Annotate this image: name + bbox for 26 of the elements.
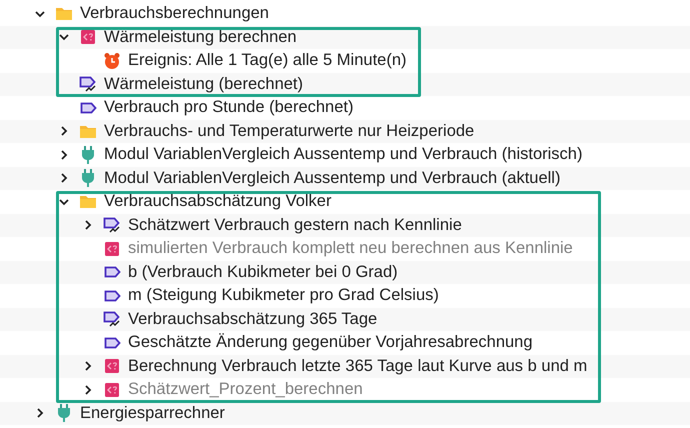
item-label: Modul VariablenVergleich Aussentemp und Verbrauch (historisch) bbox=[104, 144, 582, 166]
item-label: m (Steigung Kubikmeter pro Grad Celsius) bbox=[128, 285, 439, 306]
tree-row[interactable]: Modul VariablenVergleich Aussentemp und Verbrauch (aktuell) bbox=[0, 166, 690, 190]
tree-row[interactable]: b (Verbrauch Kubikmeter bei 0 Grad) bbox=[0, 260, 690, 284]
tree-row[interactable]: Verbrauchsabschätzung 365 Tage bbox=[0, 308, 690, 331]
item-label: Verbrauchsabschätzung 365 Tage bbox=[128, 308, 378, 330]
tree-row[interactable]: Berechnung Verbrauch letzte 365 Tage laut Kurve aus b und m bbox=[0, 354, 690, 378]
tree-row[interactable]: Energiesparrechner bbox=[0, 402, 690, 425]
item-label: Modul VariablenVergleich Aussentemp und Verbrauch (aktuell) bbox=[104, 168, 560, 189]
item-label: Verbrauch pro Stunde (berechnet) bbox=[104, 97, 354, 118]
item-label: Schätzwert Verbrauch gestern nach Kennlinie bbox=[128, 214, 462, 236]
item-label: Wärmeleistung (berechnet) bbox=[104, 74, 303, 95]
item-label: Verbrauchsabschätzung Volker bbox=[104, 191, 332, 212]
item-label: Geschätzte Änderung gegenüber Vorjahresabrechnung bbox=[128, 332, 533, 354]
item-label: Wärmeleistung berechnen bbox=[104, 26, 297, 48]
tree-row[interactable]: Verbrauchs- und Temperaturwerte nur Heizperiode bbox=[0, 120, 690, 143]
item-label: simulierten Verbrauch komplett neu berechnen aus Kennlinie bbox=[128, 238, 573, 260]
item-label: b (Verbrauch Kubikmeter bei 0 Grad) bbox=[128, 262, 398, 283]
item-label: Verbrauchsberechnungen bbox=[80, 3, 269, 24]
tree-row[interactable]: Schätzwert Verbrauch gestern nach Kennlinie bbox=[0, 214, 690, 237]
item-label: Ereignis: Alle 1 Tag(e) alle 5 Minute(n) bbox=[128, 50, 407, 72]
tree-row[interactable]: Wärmeleistung (berechnet) bbox=[0, 72, 690, 96]
item-label: Berechnung Verbrauch letzte 365 Tage laut Kurve aus b und m bbox=[128, 356, 588, 377]
item-label: Verbrauchs- und Temperaturwerte nur Heizperiode bbox=[104, 120, 474, 142]
item-label: Schätzwert_Prozent_berechnen bbox=[128, 379, 363, 400]
item-label: Energiesparrechner bbox=[80, 402, 225, 424]
